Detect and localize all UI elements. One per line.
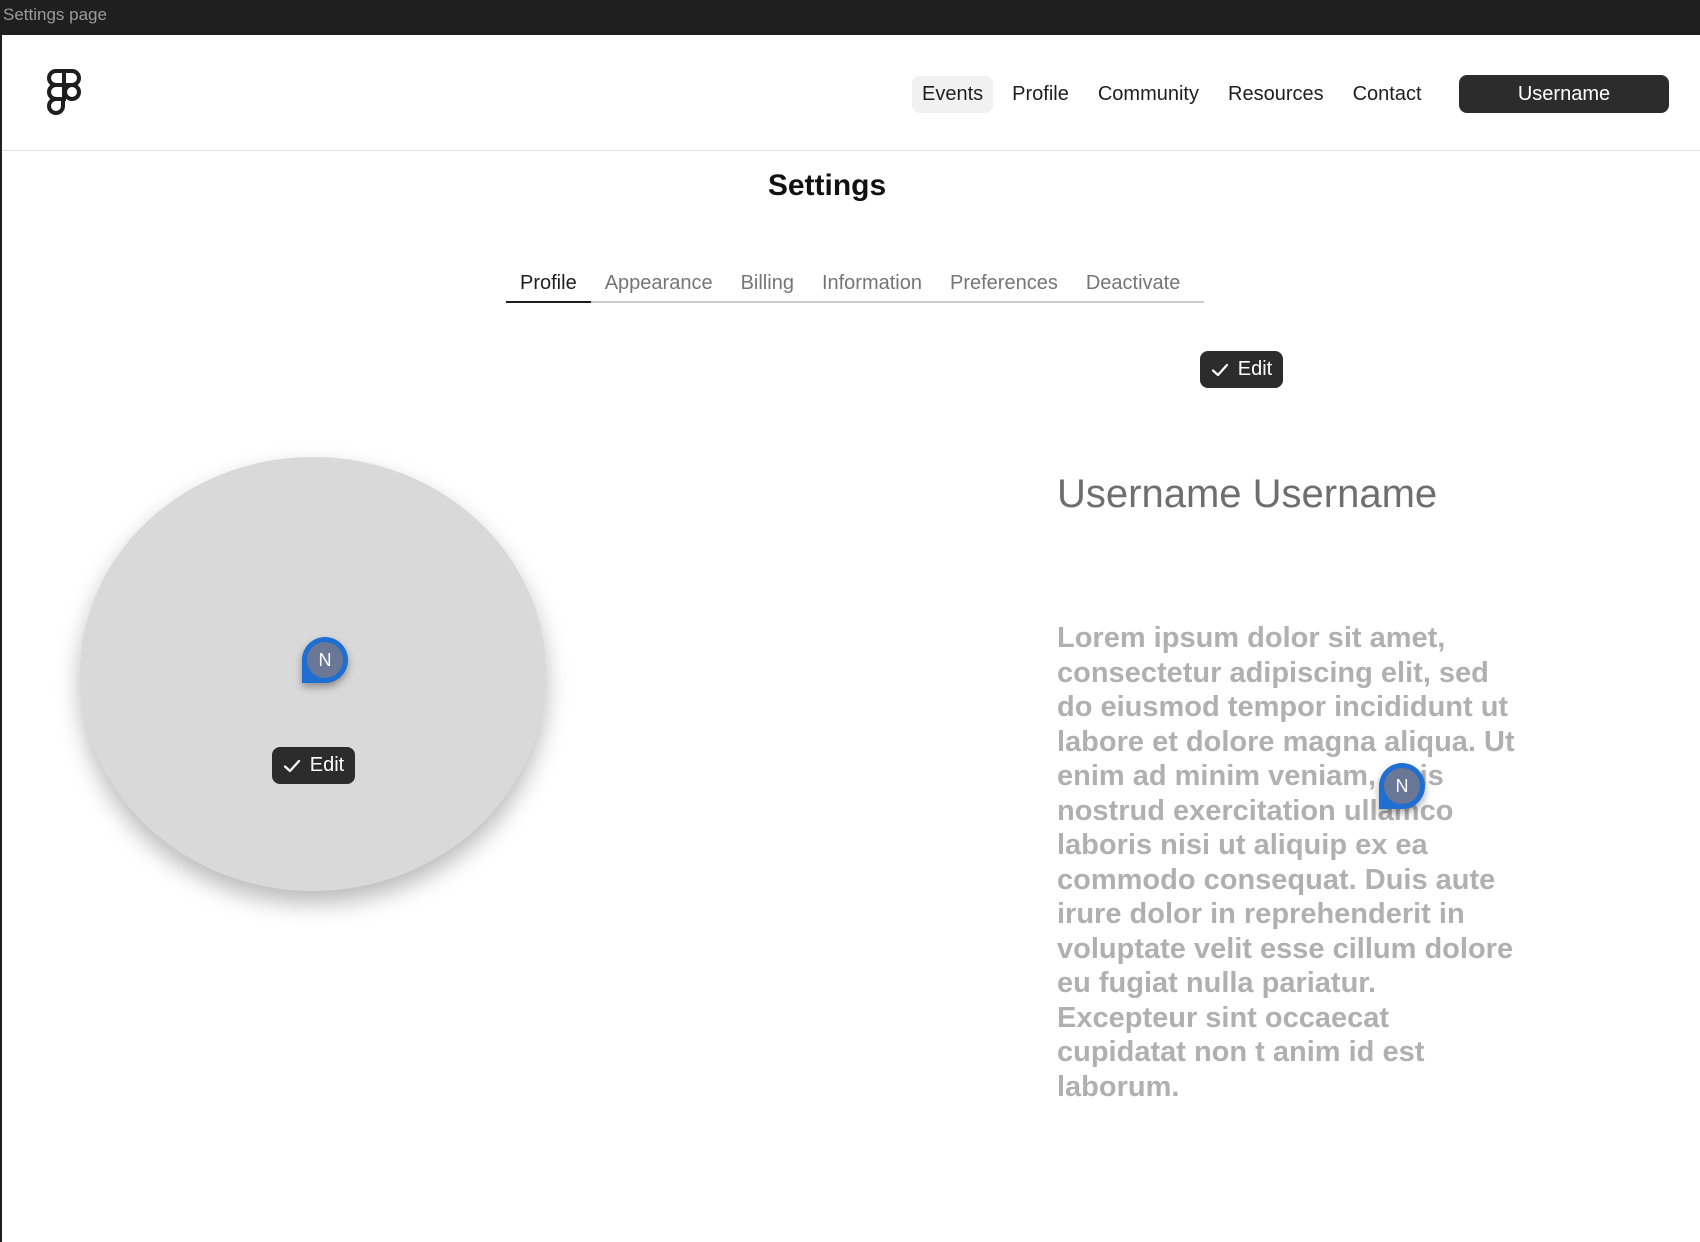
settings-page: Events Profile Community Resources Conta… (0, 35, 1700, 1242)
edit-profile-button[interactable]: Edit (1200, 351, 1283, 388)
nav-community[interactable]: Community (1088, 76, 1209, 113)
tab-preferences[interactable]: Preferences (936, 263, 1072, 301)
check-icon (1211, 363, 1228, 376)
comment-marker[interactable]: N (1379, 763, 1425, 809)
tab-deactivate[interactable]: Deactivate (1072, 263, 1195, 301)
nav-contact[interactable]: Contact (1343, 76, 1432, 113)
window-title: Settings page (3, 5, 107, 24)
main-nav: Events Profile Community Resources Conta… (912, 75, 1441, 113)
tab-profile[interactable]: Profile (506, 263, 591, 303)
comment-marker-initial: N (307, 642, 343, 678)
figma-logo-icon[interactable] (46, 69, 82, 117)
tab-appearance[interactable]: Appearance (591, 263, 727, 301)
username-button[interactable]: Username (1459, 75, 1669, 113)
edit-avatar-button[interactable]: Edit (272, 747, 355, 784)
comment-marker[interactable]: N (302, 637, 348, 683)
settings-tabs: Profile Appearance Billing Information P… (506, 263, 1204, 303)
edit-button-label: Edit (309, 754, 345, 776)
edit-button-label: Edit (1237, 358, 1273, 380)
nav-events[interactable]: Events (912, 75, 994, 113)
check-icon (283, 759, 300, 772)
nav-profile[interactable]: Profile (1002, 76, 1079, 113)
nav-resources[interactable]: Resources (1218, 76, 1334, 113)
page-title: Settings (767, 169, 887, 202)
tab-billing[interactable]: Billing (727, 263, 808, 301)
site-header: Events Profile Community Resources Conta… (2, 35, 1700, 151)
tab-information[interactable]: Information (808, 263, 936, 301)
comment-marker-initial: N (1384, 768, 1420, 804)
profile-bio: Lorem ipsum dolor sit amet, consectetur … (1057, 622, 1515, 1103)
profile-name: Username Username (1057, 472, 1438, 516)
window-title-bar: Settings page (0, 0, 1700, 35)
